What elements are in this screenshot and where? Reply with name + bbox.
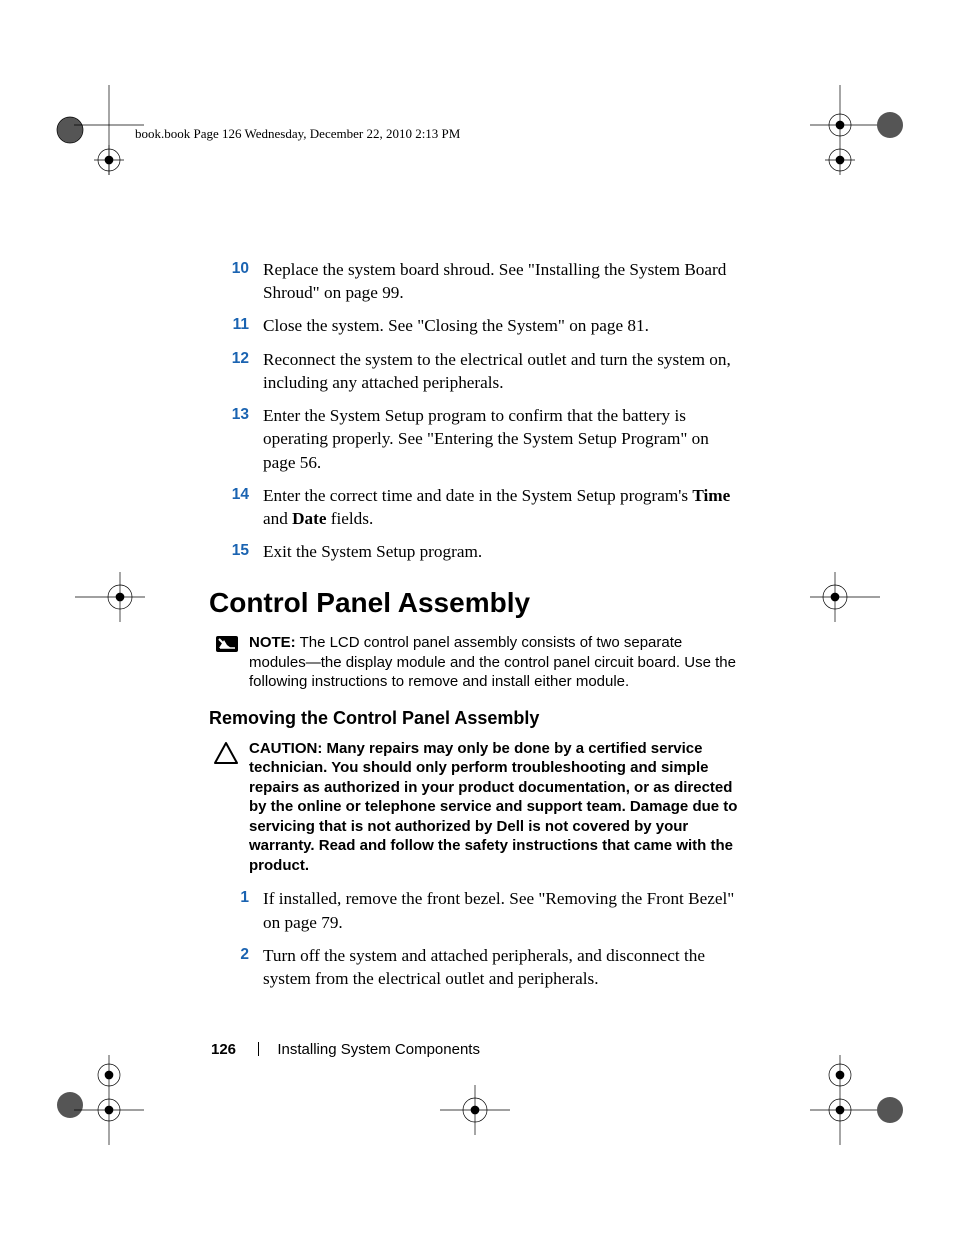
- step-number: 1: [209, 887, 263, 933]
- list-a-step: 15Exit the System Setup program.: [209, 540, 739, 563]
- step-text: Close the system. See "Closing the Syste…: [263, 314, 739, 337]
- step-number: 11: [209, 314, 263, 337]
- heading-removing-control-panel: Removing the Control Panel Assembly: [209, 708, 739, 729]
- note-label: NOTE:: [249, 634, 296, 651]
- note-icon: [209, 633, 249, 692]
- page-body: 10Replace the system board shroud. See "…: [209, 258, 739, 1000]
- step-text: If installed, remove the front bezel. Se…: [263, 887, 739, 933]
- list-a-step: 14Enter the correct time and date in the…: [209, 484, 739, 530]
- step-text: Reconnect the system to the electrical o…: [263, 348, 739, 394]
- step-number: 10: [209, 258, 263, 304]
- page-header-meta: book.book Page 126 Wednesday, December 2…: [135, 126, 460, 142]
- footer-section: Installing System Components: [277, 1041, 480, 1058]
- heading-control-panel-assembly: Control Panel Assembly: [209, 587, 739, 619]
- page-number: 126: [211, 1041, 236, 1058]
- step-text: Replace the system board shroud. See "In…: [263, 258, 739, 304]
- crop-mark-tl: [54, 85, 144, 175]
- page-footer: 126 Installing System Components: [211, 1041, 480, 1058]
- step-text: Enter the correct time and date in the S…: [263, 484, 739, 530]
- caution-label: CAUTION:: [249, 740, 322, 757]
- step-number: 12: [209, 348, 263, 394]
- crop-mark-mr: [810, 572, 880, 622]
- step-number: 13: [209, 404, 263, 474]
- list-a-step: 11Close the system. See "Closing the Sys…: [209, 314, 739, 337]
- list-b-step: 2Turn off the system and attached periph…: [209, 944, 739, 990]
- list-a-step: 10Replace the system board shroud. See "…: [209, 258, 739, 304]
- caution-body: Many repairs may only be done by a certi…: [249, 740, 737, 874]
- step-text: Enter the System Setup program to confir…: [263, 404, 739, 474]
- list-a-step: 13Enter the System Setup program to conf…: [209, 404, 739, 474]
- step-number: 14: [209, 484, 263, 530]
- crop-mark-ml: [75, 572, 145, 622]
- caution-block: CAUTION: Many repairs may only be done b…: [209, 739, 739, 876]
- step-text: Exit the System Setup program.: [263, 540, 739, 563]
- crop-mark-bl: [54, 1055, 144, 1145]
- step-text: Turn off the system and attached periphe…: [263, 944, 739, 990]
- list-a-step: 12Reconnect the system to the electrical…: [209, 348, 739, 394]
- step-number: 2: [209, 944, 263, 990]
- crop-mark-tr: [800, 85, 910, 175]
- note-block: NOTE: The LCD control panel assembly con…: [209, 633, 739, 692]
- step-number: 15: [209, 540, 263, 563]
- crop-mark-br: [800, 1055, 910, 1145]
- note-body: The LCD control panel assembly consists …: [249, 634, 736, 690]
- crop-mark-bc: [440, 1085, 510, 1135]
- list-b-step: 1If installed, remove the front bezel. S…: [209, 887, 739, 933]
- caution-icon: [209, 739, 249, 876]
